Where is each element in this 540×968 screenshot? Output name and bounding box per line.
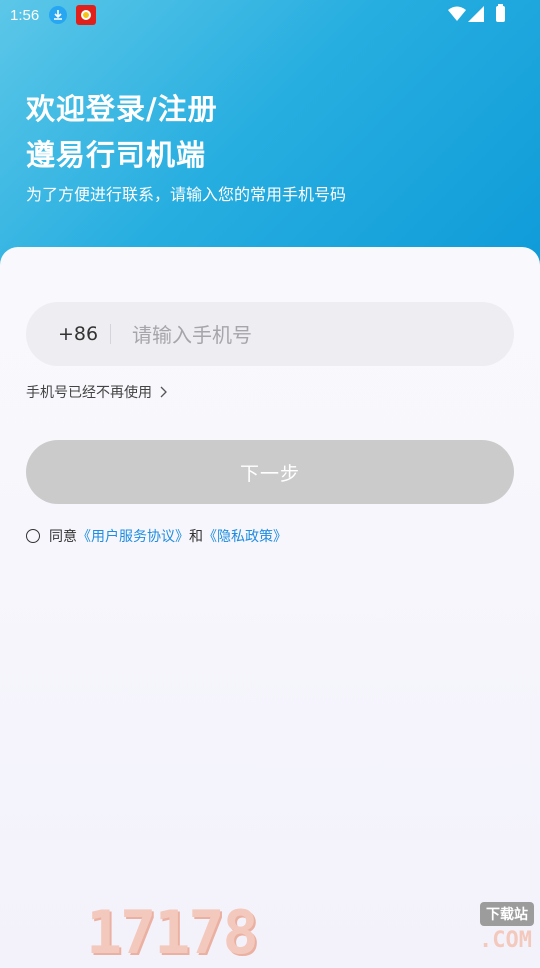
page-subtitle: 为了方便进行联系，请输入您的常用手机号码: [26, 185, 347, 204]
download-icon: [49, 6, 67, 24]
phone-field[interactable]: +86: [26, 302, 514, 366]
status-time: 1:56: [10, 7, 40, 24]
page-title: 欢迎登录/注册 遵易行司机端: [26, 86, 218, 178]
phone-no-longer-used-label: 手机号已经不再使用: [26, 385, 152, 401]
phone-no-longer-used-link[interactable]: 手机号已经不再使用: [26, 382, 167, 402]
title-line-2: 遵易行司机端: [26, 138, 207, 172]
user-agreement-link[interactable]: 《用户服务协议》: [77, 526, 189, 546]
app-notification-icon: [76, 5, 96, 25]
title-line-1: 欢迎登录/注册: [26, 92, 218, 126]
watermark-domain: .COM: [479, 928, 532, 953]
chevron-right-icon: [160, 386, 167, 398]
battery-icon: [496, 4, 505, 22]
agree-checkbox[interactable]: [26, 529, 40, 543]
signal-icon: [468, 6, 484, 26]
wifi-icon: [448, 6, 466, 26]
privacy-policy-link[interactable]: 《隐私政策》: [203, 526, 287, 546]
agreement-row: 同意 《用户服务协议》 和 《隐私政策》: [26, 526, 287, 546]
field-divider: [110, 324, 111, 344]
next-button[interactable]: 下一步: [26, 440, 514, 504]
country-code[interactable]: +86: [58, 323, 98, 345]
watermark-number: 17178: [86, 898, 259, 968]
status-bar: 1:56: [0, 0, 540, 30]
watermark-label: 下载站: [480, 902, 534, 926]
phone-input[interactable]: [130, 314, 494, 356]
agree-and: 和: [189, 529, 203, 545]
agree-prefix: 同意: [49, 529, 77, 545]
